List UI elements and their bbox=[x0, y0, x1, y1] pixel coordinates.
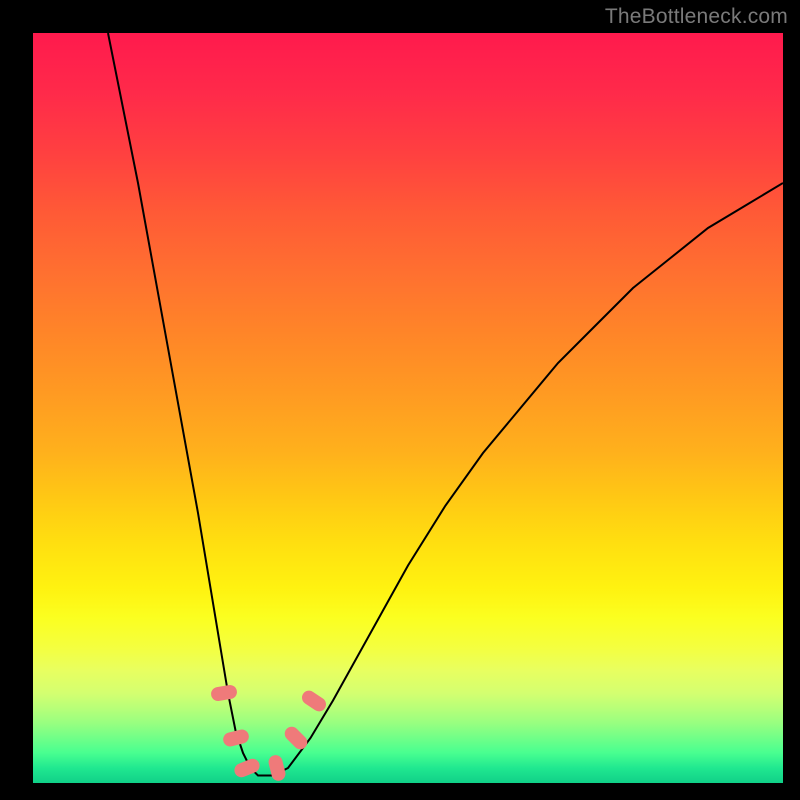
curve-marker bbox=[281, 724, 309, 752]
curve-marker bbox=[221, 728, 250, 748]
curve-marker bbox=[232, 757, 261, 780]
watermark-text: TheBottleneck.com bbox=[605, 5, 788, 29]
curve-marker bbox=[210, 684, 238, 702]
plot-area bbox=[33, 33, 783, 783]
curve-marker bbox=[267, 754, 287, 783]
marker-layer bbox=[33, 33, 783, 783]
outer-frame: TheBottleneck.com bbox=[0, 0, 800, 800]
curve-marker bbox=[300, 687, 329, 713]
